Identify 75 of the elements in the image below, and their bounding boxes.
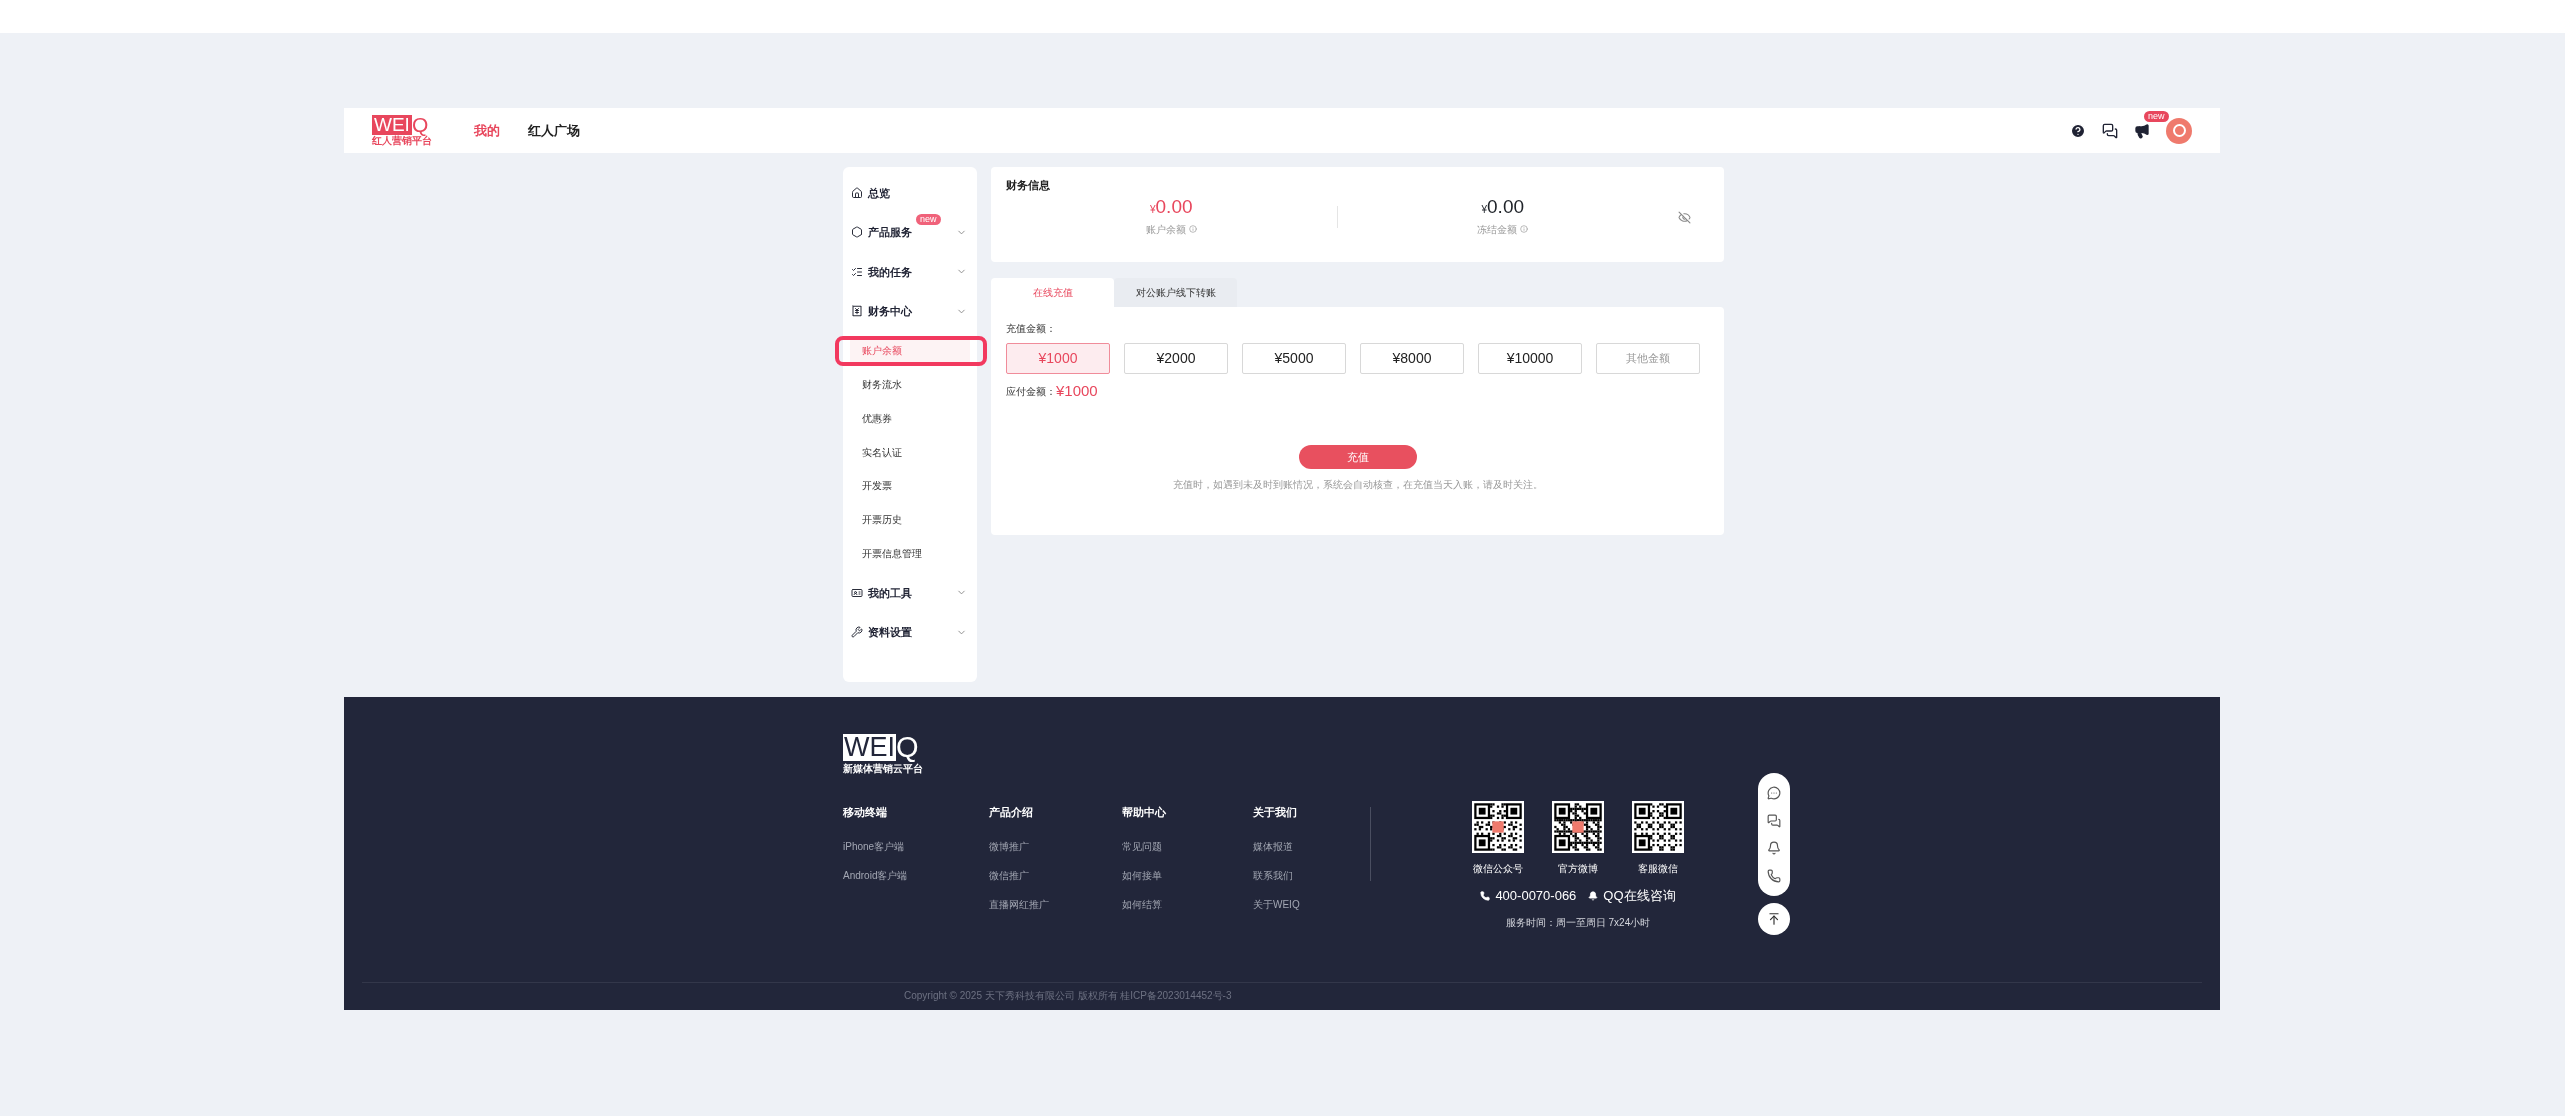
footer-link[interactable]: 关于WEIQ <box>1253 899 1300 911</box>
phone-icon[interactable] <box>1767 869 1781 884</box>
footer-heading: 移动终端 <box>843 805 888 819</box>
qq-consult-link[interactable]: QQ在线咨询 <box>1603 886 1676 906</box>
sidebar-item[interactable]: 我的任务 <box>843 252 977 292</box>
footer-link[interactable]: 联系我们 <box>1253 870 1293 882</box>
sidebar-subitem[interactable]: 实名认证 <box>850 438 970 466</box>
field-label: 应付金额： <box>1006 384 1056 399</box>
card-title: 财务信息 <box>1006 178 1051 193</box>
balance-label: 冻结金额 <box>1477 222 1518 237</box>
receipt-icon <box>851 305 863 318</box>
balance-amount: ¥0.00 <box>1149 197 1193 219</box>
phone-number: 400-0070-066 <box>1495 887 1577 905</box>
footer-link[interactable]: 如何接单 <box>1122 870 1162 882</box>
new-badge: new <box>916 213 941 225</box>
footer-link[interactable]: 如何结算 <box>1122 899 1162 911</box>
arrow-up-icon <box>1767 912 1781 926</box>
recharge-button[interactable]: 充值 <box>1298 444 1417 469</box>
service-hours: 服务时间：周一至周日 7x24小时 <box>1505 915 1651 930</box>
logo: WEI Q 红人营销平台 <box>372 114 432 147</box>
footer-link[interactable]: Android客户端 <box>843 870 908 882</box>
qr-code <box>1632 801 1684 853</box>
sidebar-item[interactable]: 总览 <box>843 173 977 213</box>
sidebar-subitem[interactable]: 财务流水 <box>850 370 970 399</box>
balance-label: 账户余额 <box>1145 222 1186 237</box>
sidebar-item[interactable]: 资料设置 <box>843 612 977 652</box>
balance-amount: ¥0.00 <box>1481 197 1524 219</box>
sidebar-subitem[interactable]: 开票信息管理 <box>850 539 970 568</box>
footer-link[interactable]: 微信推广 <box>989 870 1029 882</box>
footer-link[interactable]: 直播网红推广 <box>989 899 1049 911</box>
footer-link[interactable]: 常见问题 <box>1122 841 1162 853</box>
nav-link[interactable]: 红人广场 <box>528 120 580 141</box>
new-badge: new <box>2144 110 2169 122</box>
chat-icon[interactable] <box>2102 122 2118 139</box>
amount-option[interactable]: ¥5000 <box>1242 343 1346 374</box>
speaker-icon[interactable] <box>2134 122 2150 139</box>
notice-text: 充值时，如遇到未及时到账情况，系统会自动核查，在充值当天入账，请及时关注。 <box>1172 477 1543 492</box>
footer-link[interactable]: 微博推广 <box>989 841 1029 853</box>
footer-link[interactable]: iPhone客户端 <box>843 841 905 853</box>
tab[interactable]: 对公账户线下转账 <box>1114 278 1237 307</box>
hide-eye-icon[interactable] <box>1678 210 1691 224</box>
id-card-icon <box>851 586 863 599</box>
sidebar-item[interactable]: 财务中心 <box>843 291 977 331</box>
copyright-text: Copyright © 2025 天下秀科技有限公司 版权所有 桂ICP备2023014452号-3 <box>904 989 1232 1003</box>
footer-heading: 帮助中心 <box>1122 805 1167 819</box>
sidebar-subitem[interactable]: 开发票 <box>850 471 970 500</box>
phone-icon <box>1480 890 1491 901</box>
sidebar-subitem[interactable]: 优惠券 <box>850 404 970 433</box>
field-label: 充值金额： <box>1006 322 1057 336</box>
sidebar-item[interactable]: 我的工具 <box>843 573 977 613</box>
footer-logo: WEIQ 新媒体营销云平台 <box>843 734 923 775</box>
qr-label: 客服微信 <box>1638 862 1678 876</box>
hexagon-icon <box>851 226 863 239</box>
tab[interactable]: 在线充值 <box>991 278 1114 307</box>
qr-code <box>1552 801 1604 853</box>
amount-option[interactable]: ¥10000 <box>1478 343 1582 374</box>
sidebar-subitem[interactable]: 开票历史 <box>850 505 970 534</box>
payable-amount: ¥1000 <box>1056 381 1098 401</box>
help-icon[interactable] <box>2070 122 2086 139</box>
checklist-icon <box>851 265 863 278</box>
amount-option[interactable]: ¥8000 <box>1360 343 1464 374</box>
footer-heading: 关于我们 <box>1253 805 1298 819</box>
chat-icon[interactable] <box>1767 813 1781 828</box>
sidebar-item[interactable]: 产品服务 new <box>843 212 977 252</box>
qr-label: 微信公众号 <box>1473 862 1523 876</box>
nav-link[interactable]: 我的 <box>474 120 500 141</box>
chat-bubble-icon[interactable] <box>1767 785 1781 800</box>
footer-heading: 产品介绍 <box>989 805 1034 819</box>
amount-option[interactable]: ¥2000 <box>1124 343 1228 374</box>
house-icon <box>851 186 863 199</box>
wrench-icon <box>851 626 863 639</box>
qr-code <box>1472 801 1524 853</box>
avatar[interactable] <box>2166 117 2192 144</box>
footer-link[interactable]: 媒体报道 <box>1253 841 1293 853</box>
qr-label: 官方微博 <box>1558 862 1598 876</box>
